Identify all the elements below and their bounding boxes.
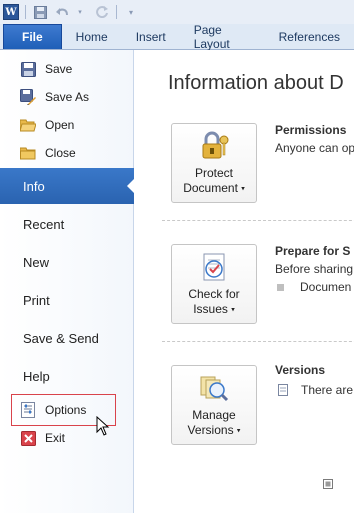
toolbar-separator bbox=[25, 5, 26, 19]
tab-references[interactable]: References bbox=[265, 25, 354, 49]
prepare-heading: Prepare for S bbox=[275, 244, 351, 258]
versions-icon bbox=[198, 372, 230, 404]
manage-versions-label: Manage Versions ▾ bbox=[188, 408, 241, 438]
tab-home[interactable]: Home bbox=[62, 25, 122, 49]
protect-document-button[interactable]: Protect Document ▾ bbox=[171, 123, 257, 203]
nav-info[interactable]: Info bbox=[0, 168, 135, 204]
exit-command[interactable]: Exit bbox=[20, 427, 65, 449]
manage-label-line1: Manage bbox=[192, 408, 236, 422]
exit-label: Exit bbox=[45, 431, 66, 445]
tab-page-layout[interactable]: Page Layout bbox=[180, 23, 265, 51]
options-label: Options bbox=[45, 403, 87, 417]
exit-icon bbox=[20, 430, 36, 446]
close-label: Close bbox=[45, 146, 76, 160]
versions-text: There are bbox=[301, 383, 354, 397]
word-logo-icon[interactable]: W bbox=[3, 4, 19, 20]
section-divider bbox=[162, 220, 354, 221]
open-folder-icon bbox=[20, 117, 36, 133]
nav-help[interactable]: Help bbox=[0, 358, 134, 394]
versions-heading: Versions bbox=[275, 363, 326, 377]
nav-save-and-send[interactable]: Save & Send bbox=[0, 320, 134, 356]
check-label-line1: Check for bbox=[188, 287, 240, 301]
permissions-heading: Permissions bbox=[275, 123, 347, 137]
protect-label-line1: Protect bbox=[194, 166, 233, 180]
protect-label-line2: Document bbox=[183, 181, 238, 195]
check-label-line2: Issues bbox=[193, 302, 228, 316]
backstage-nav: Save Save As Open Close Info Recent New … bbox=[0, 50, 135, 513]
redo-icon[interactable] bbox=[94, 4, 110, 20]
prepare-text: Before sharing bbox=[275, 262, 354, 276]
nav-recent[interactable]: Recent bbox=[0, 206, 134, 242]
open-label: Open bbox=[45, 118, 75, 132]
document-icon bbox=[277, 384, 289, 396]
ribbon-tabs: File Home Insert Page Layout References bbox=[0, 23, 354, 51]
open-command[interactable]: Open bbox=[20, 114, 74, 136]
undo-dropdown-icon[interactable]: ▾ bbox=[72, 4, 88, 20]
expand-icon[interactable] bbox=[323, 478, 335, 490]
check-for-issues-label: Check for Issues ▾ bbox=[188, 287, 239, 317]
save-as-label: Save As bbox=[45, 90, 90, 104]
checklist-icon bbox=[198, 251, 230, 283]
prepare-bullet-text: Documen bbox=[300, 280, 352, 294]
chevron-down-icon: ▾ bbox=[231, 306, 235, 314]
nav-new[interactable]: New bbox=[0, 244, 134, 280]
quick-access-toolbar: W ▾ ▾ bbox=[0, 0, 354, 24]
undo-icon[interactable] bbox=[54, 4, 70, 20]
tab-file[interactable]: File bbox=[3, 24, 62, 49]
bullet-icon bbox=[277, 284, 284, 291]
protect-document-label: Protect Document ▾ bbox=[183, 166, 245, 196]
save-as-command[interactable]: Save As bbox=[20, 86, 89, 108]
info-pane: Information about D Protect Document ▾ P… bbox=[135, 50, 354, 513]
mouse-cursor-icon bbox=[96, 415, 110, 439]
customize-toolbar-icon[interactable]: ▾ bbox=[123, 4, 139, 20]
close-folder-icon bbox=[20, 145, 36, 161]
options-icon bbox=[20, 402, 36, 418]
manage-label-line2: Versions bbox=[187, 423, 234, 437]
tab-insert[interactable]: Insert bbox=[122, 25, 180, 49]
save-command[interactable]: Save bbox=[20, 58, 72, 80]
page-title: Information about D bbox=[168, 72, 344, 94]
chevron-down-icon: ▾ bbox=[241, 185, 245, 193]
manage-versions-button[interactable]: Manage Versions ▾ bbox=[171, 365, 257, 445]
save-toolbar-icon[interactable] bbox=[32, 4, 48, 20]
options-command[interactable]: Options bbox=[20, 399, 86, 421]
save-as-icon bbox=[20, 89, 36, 105]
lock-keys-icon bbox=[198, 130, 230, 162]
section-divider bbox=[162, 341, 354, 342]
chevron-down-icon: ▾ bbox=[236, 427, 241, 435]
nav-print[interactable]: Print bbox=[0, 282, 134, 318]
save-icon bbox=[20, 61, 36, 77]
permissions-text: Anyone can op bbox=[275, 141, 354, 155]
close-command[interactable]: Close bbox=[20, 142, 76, 164]
save-label: Save bbox=[45, 62, 73, 76]
check-for-issues-button[interactable]: Check for Issues ▾ bbox=[171, 244, 257, 324]
toolbar-separator bbox=[116, 5, 117, 19]
